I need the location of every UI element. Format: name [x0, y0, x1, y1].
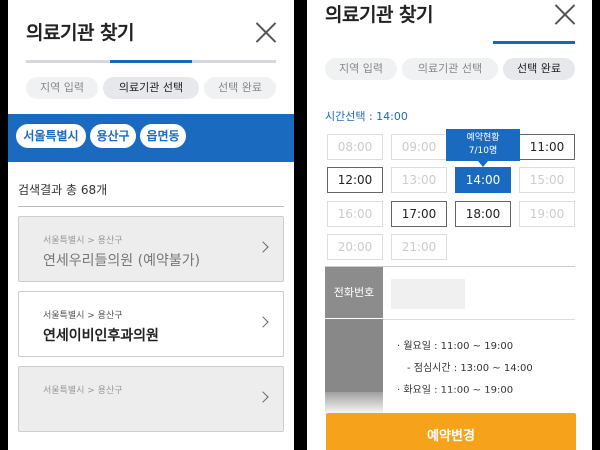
tooltip-count: 7/10명	[468, 146, 498, 156]
tooltip-title: 예약현황	[466, 133, 500, 143]
hospital-card-3[interactable]: 서울특별시 > 용산구	[18, 366, 284, 432]
time-selected-label: 시간선택 : 14:00	[325, 110, 408, 123]
left-screen: 의료기관 찾기 지역 입력 의료기관 선택 선택 완료 서울특별시 용산구 읍면…	[8, 0, 294, 450]
page-title: 의료기관 찾기	[325, 4, 434, 26]
phone-number-redacted	[391, 279, 465, 309]
chip-city[interactable]: 서울특별시	[16, 124, 86, 148]
divider	[18, 206, 284, 207]
reservation-status-tooltip: 예약현황 7/10명	[446, 129, 520, 167]
progress-fill	[110, 60, 192, 63]
hospital-card-2[interactable]: 서울특별시 > 용산구 연세이비인후과의원	[18, 291, 284, 357]
time-slot-1800[interactable]: 18:00	[455, 201, 511, 227]
time-slot-1900: 19:00	[519, 201, 575, 227]
card-region: 서울특별시 > 용산구	[43, 311, 123, 321]
region-filter-bar: 서울특별시 용산구 읍면동	[8, 114, 294, 162]
progress-fill	[493, 41, 575, 44]
time-slot-1400[interactable]: 14:00	[455, 167, 511, 193]
time-slot-1300: 13:00	[391, 167, 447, 193]
time-slot-2000: 20:00	[327, 234, 383, 260]
chevron-right-icon	[257, 316, 269, 328]
step-hospital-select[interactable]: 의료기관 선택	[103, 77, 199, 99]
close-icon[interactable]	[553, 2, 577, 26]
time-slot-1700[interactable]: 17:00	[391, 201, 447, 227]
row-divider	[383, 319, 575, 320]
card-region: 서울특별시 > 용산구	[43, 236, 123, 246]
step-complete[interactable]: 선택 완료	[204, 77, 276, 99]
time-slot-0800: 08:00	[327, 134, 383, 160]
card-region: 서울특별시 > 용산구	[43, 386, 123, 396]
hospital-card-1[interactable]: 서울특별시 > 용산구 연세우리들의원 (예약불가)	[18, 216, 284, 282]
chevron-right-icon	[257, 391, 269, 403]
time-slot-1600: 16:00	[327, 201, 383, 227]
card-hospital-name: 연세우리들의원 (예약불가)	[43, 253, 201, 269]
phone-label: 전화번호	[325, 267, 383, 319]
hours-lunch: - 점심시간 : 13:00 ~ 14:00	[407, 363, 533, 374]
chevron-right-icon	[257, 241, 269, 253]
page-title: 의료기관 찾기	[26, 22, 135, 44]
close-icon[interactable]	[254, 20, 278, 44]
step-hospital-select[interactable]: 의료기관 선택	[402, 58, 498, 80]
step-complete[interactable]: 선택 완료	[503, 58, 575, 80]
card-hospital-name: 연세이비인후과의원	[43, 328, 159, 344]
result-count: 검색결과 총 68개	[18, 183, 108, 197]
change-reservation-button[interactable]: 예약변경	[326, 413, 576, 450]
chip-town[interactable]: 읍면동	[140, 124, 186, 148]
time-slot-0900: 09:00	[391, 134, 447, 160]
chip-district[interactable]: 용산구	[90, 124, 136, 148]
step-region-input[interactable]: 지역 입력	[26, 77, 98, 99]
time-slot-2100: 21:00	[391, 234, 447, 260]
right-screen: 의료기관 찾기 지역 입력 의료기관 선택 선택 완료 시간선택 : 14:00…	[307, 0, 592, 450]
time-slot-1100[interactable]: 11:00	[519, 134, 575, 160]
hours-monday: · 월요일 : 11:00 ~ 19:00	[397, 341, 514, 352]
step-region-input[interactable]: 지역 입력	[325, 58, 397, 80]
time-slot-1200[interactable]: 12:00	[327, 167, 383, 193]
time-slot-1500: 15:00	[519, 167, 575, 193]
